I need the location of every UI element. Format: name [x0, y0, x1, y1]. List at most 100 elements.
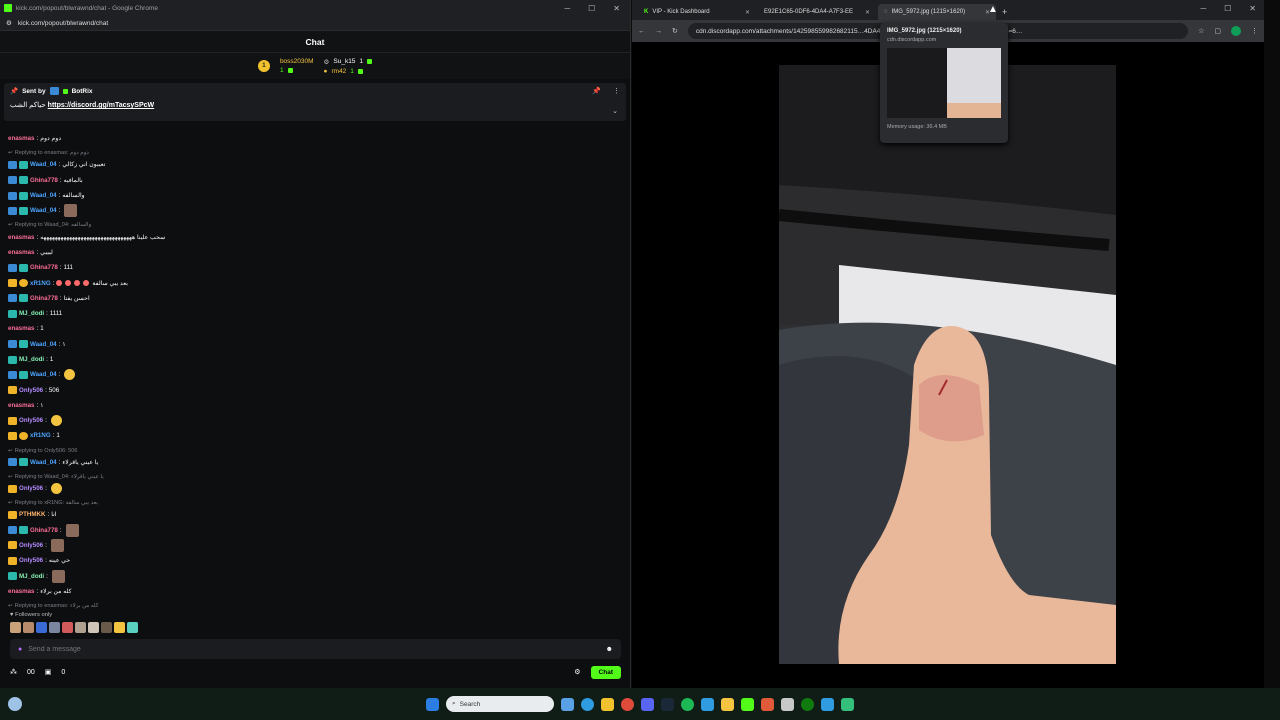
chat-username[interactable]: Waad_04: [30, 192, 57, 199]
minimize-icon[interactable]: ─: [564, 4, 570, 13]
profile-avatar[interactable]: [1231, 26, 1241, 36]
app-icon[interactable]: [821, 697, 834, 711]
minimize-icon[interactable]: ─: [1200, 4, 1206, 13]
chat-username[interactable]: Waad_04: [30, 341, 57, 348]
chat-messages: enasmas: دوم دوم ↩ Replying to enasmas: دوم…: [8, 131, 624, 611]
pinned-sender[interactable]: BotRix: [72, 88, 93, 95]
kick-app-icon[interactable]: [741, 697, 754, 711]
start-windows-icon[interactable]: [426, 697, 439, 711]
leader-name[interactable]: rm42: [331, 68, 346, 75]
pinned-link[interactable]: https://discord.gg/mTacsySPcW: [48, 102, 154, 109]
leader-name[interactable]: Su_k15: [333, 58, 355, 65]
emote-icon[interactable]: [75, 622, 86, 633]
send-chat-button[interactable]: Chat: [590, 665, 621, 679]
app-icon[interactable]: [781, 697, 794, 711]
chat-username[interactable]: MJ_dodi: [19, 356, 44, 363]
menu-kebab-icon[interactable]: ⋮: [1251, 27, 1258, 35]
chat-username[interactable]: MJ_dodi: [19, 310, 44, 317]
chat-username[interactable]: Only506: [19, 557, 43, 564]
app-icon[interactable]: [701, 697, 714, 711]
xbox-icon[interactable]: [801, 697, 814, 711]
points-icon: ▣: [44, 669, 52, 676]
chat-username[interactable]: enasmas: [8, 402, 35, 409]
chat-username[interactable]: enasmas: [8, 325, 35, 332]
tab-img-5972[interactable]: ◌ IMG_5972.jpg (1215×1620) ✕: [878, 4, 996, 20]
chat-username[interactable]: Only506: [19, 542, 43, 549]
extensions-icon[interactable]: ▢: [1214, 27, 1221, 35]
task-view-icon[interactable]: [561, 697, 574, 711]
chat-username[interactable]: Ghina778: [30, 295, 58, 302]
file-explorer-icon[interactable]: [601, 697, 614, 711]
chat-username[interactable]: xR1NG: [30, 280, 51, 287]
chat-username[interactable]: xR1NG: [30, 432, 51, 439]
chat-username[interactable]: enasmas: [8, 234, 35, 241]
chevron-down-icon[interactable]: ⌄: [612, 107, 618, 115]
emote-icon[interactable]: [127, 622, 138, 633]
chat-username[interactable]: Ghina778: [30, 527, 58, 534]
emote-image: [65, 523, 79, 537]
emote-icon[interactable]: [62, 622, 73, 633]
chat-username[interactable]: Waad_04: [30, 161, 57, 168]
viewed-image[interactable]: [779, 65, 1116, 664]
emote-icon[interactable]: [36, 622, 47, 633]
weather-icon[interactable]: [8, 697, 22, 711]
chat-username[interactable]: PTHMKK: [19, 511, 45, 518]
emote-icon[interactable]: [23, 622, 34, 633]
unpin-icon[interactable]: 📌: [592, 87, 601, 95]
emote-icon[interactable]: [49, 622, 60, 633]
chrome-icon[interactable]: [621, 697, 634, 711]
chat-username[interactable]: MJ_dodi: [19, 573, 44, 580]
app-icon[interactable]: [721, 697, 734, 711]
chat-username[interactable]: Waad_04: [30, 371, 57, 378]
chat-username[interactable]: enasmas: [8, 588, 35, 595]
back-icon[interactable]: ←: [638, 28, 645, 35]
app-icon[interactable]: [841, 697, 854, 711]
chat-username[interactable]: Ghina778: [30, 177, 58, 184]
chat-username[interactable]: Waad_04: [30, 207, 57, 214]
chat-username[interactable]: Waad_04: [30, 459, 57, 466]
message-input[interactable]: [28, 645, 600, 653]
tab-image-uuid[interactable]: E92E1C65-0DF6-4DA4-A7F3-EE ✕: [758, 4, 876, 20]
chat-username[interactable]: Only506: [19, 485, 43, 492]
reload-icon[interactable]: ↻: [672, 27, 678, 35]
site-info-icon[interactable]: ⚙: [6, 19, 12, 27]
chat-text: يا عيني ياقرلاء: [62, 458, 99, 466]
steam-icon[interactable]: [661, 697, 674, 711]
chat-username[interactable]: Ghina778: [30, 264, 58, 271]
chat-username[interactable]: enasmas: [8, 135, 35, 142]
maximize-icon[interactable]: ☐: [588, 4, 595, 13]
forward-icon[interactable]: →: [655, 28, 662, 35]
more-options-icon[interactable]: ⋮: [613, 87, 620, 95]
address-bar[interactable]: ⚙ kick.com/popout/blwrawnd/chat: [0, 16, 630, 31]
emote-icon[interactable]: [88, 622, 99, 633]
chat-username[interactable]: Only506: [19, 387, 43, 394]
tab-strip: K VIP - Kick Dashboard ✕ E92E1C65-0DF6-4…: [632, 0, 1264, 20]
new-tab-icon[interactable]: +: [1002, 7, 1007, 17]
bookmark-star-icon[interactable]: ☆: [1198, 27, 1204, 35]
emote-icon[interactable]: [101, 622, 112, 633]
spotify-icon[interactable]: [681, 697, 694, 711]
edge-icon[interactable]: [581, 697, 594, 711]
url-text[interactable]: kick.com/popout/blwrawnd/chat: [18, 20, 108, 27]
tab-close-icon[interactable]: ✕: [865, 9, 870, 16]
discord-icon[interactable]: [641, 697, 654, 711]
emote-icon[interactable]: [10, 622, 21, 633]
tab-close-icon[interactable]: ✕: [745, 9, 750, 16]
emote-icon[interactable]: [114, 622, 125, 633]
close-icon[interactable]: ✕: [1249, 4, 1256, 13]
mic-icon[interactable]: ●: [18, 646, 22, 653]
chat-message: Ghina778:111: [8, 260, 624, 275]
message-input-box[interactable]: ● ☻: [10, 639, 621, 659]
maximize-icon[interactable]: ☐: [1224, 4, 1231, 13]
tab-label: IMG_5972.jpg (1215×1620): [891, 9, 966, 15]
leader-name[interactable]: boss2030M: [280, 58, 314, 65]
chat-username[interactable]: enasmas: [8, 249, 35, 256]
emoji-picker-icon[interactable]: ☻: [606, 646, 613, 653]
sub-badge-icon: [19, 191, 28, 200]
close-icon[interactable]: ✕: [613, 4, 620, 13]
taskbar-search[interactable]: ⌕ Search: [446, 696, 554, 712]
app-icon[interactable]: [761, 697, 774, 711]
chat-username[interactable]: Only506: [19, 417, 43, 424]
settings-gear-icon[interactable]: ⚙: [574, 668, 580, 676]
tab-kick-dashboard[interactable]: K VIP - Kick Dashboard ✕: [638, 4, 756, 20]
